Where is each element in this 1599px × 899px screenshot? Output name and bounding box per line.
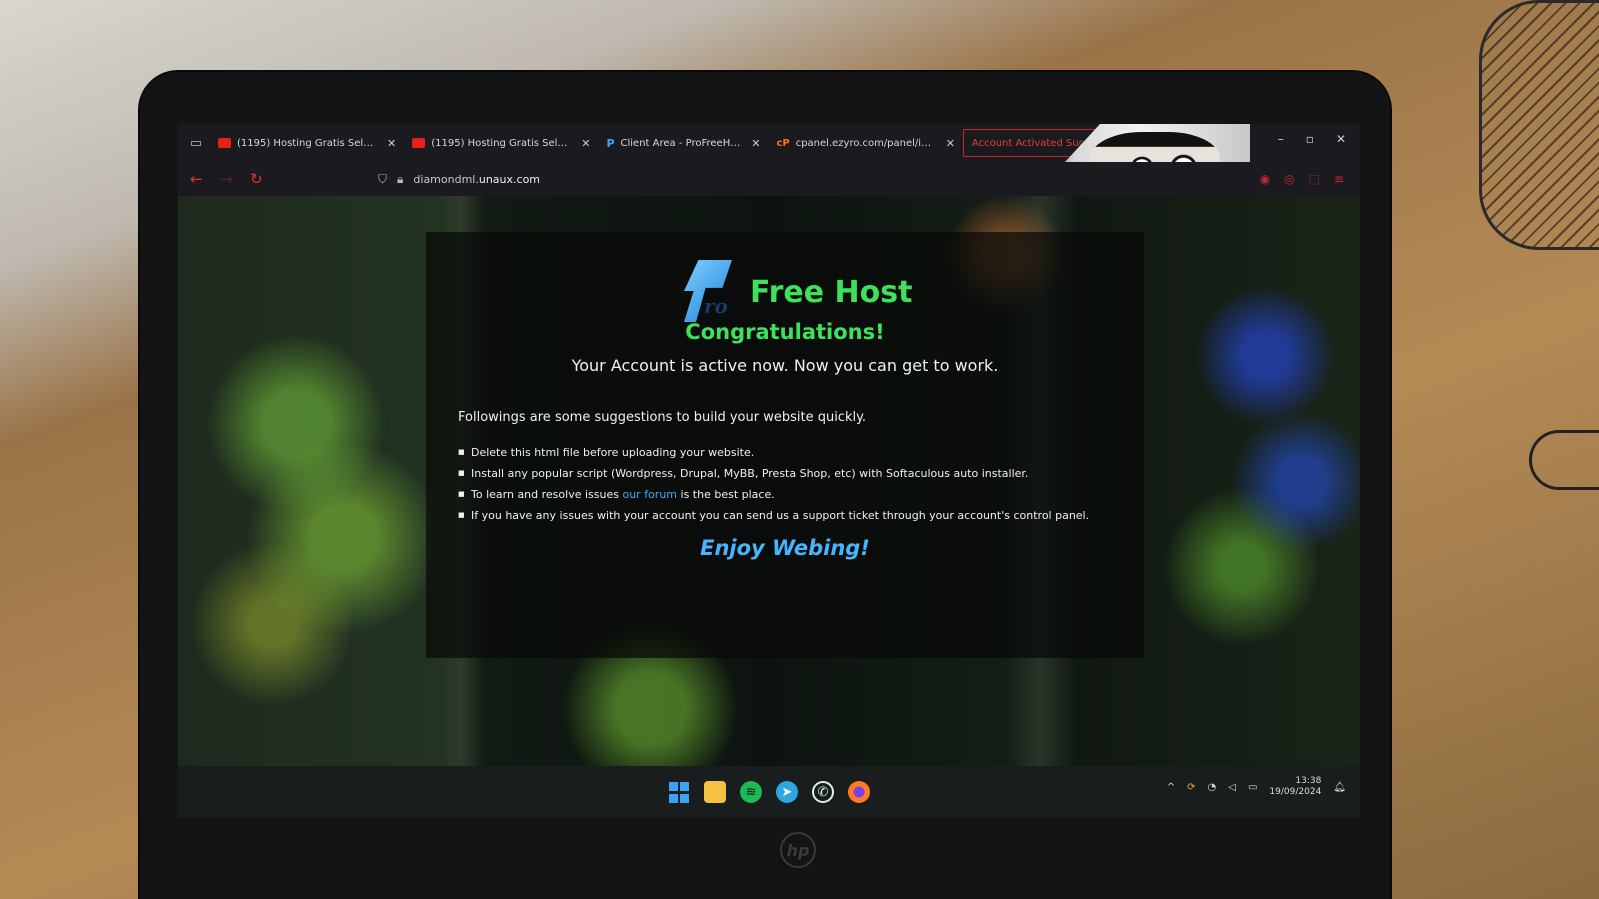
windows-taskbar: ≋ ➤ ✆ ^ ⟳ ◔ ◁ ▭ 13:38 19/09/2024 🔔︎: [178, 766, 1360, 818]
taskbar-apps: ≋ ➤ ✆: [668, 781, 870, 803]
tip-text: To learn and resolve issues: [471, 488, 623, 501]
extension-icons: ◉ ◎ ⬚ ≡: [1260, 172, 1344, 186]
cable: [1529, 430, 1599, 490]
profreehost-icon: P: [606, 136, 615, 150]
firefox-icon[interactable]: [848, 781, 870, 803]
list-item: If you have any issues with your account…: [458, 505, 1089, 526]
suggestions-list: Delete this html file before uploading y…: [458, 442, 1089, 526]
tab-youtube-1[interactable]: (1195) Hosting Gratis Selamany ✕: [210, 129, 404, 157]
close-icon[interactable]: ✕: [946, 137, 955, 150]
window-controls: – ▫ ✕: [1278, 132, 1346, 146]
close-icon[interactable]: ✕: [387, 137, 396, 150]
system-tray: ^ ⟳ ◔ ◁ ▭ 13:38 19/09/2024 🔔︎: [1167, 776, 1346, 798]
close-window-icon[interactable]: ✕: [1336, 132, 1346, 146]
close-icon[interactable]: ✕: [581, 137, 590, 150]
address-bar[interactable]: ⛉ 🔒︎ diamondml.unaux.com: [378, 172, 540, 187]
tab-cpanel[interactable]: cP cpanel.ezyro.com/panel/indexp ✕: [768, 129, 962, 157]
tab-label: (1195) Hosting Gratis Selamany: [237, 137, 377, 149]
file-explorer-icon[interactable]: [704, 781, 726, 803]
chevron-up-icon[interactable]: ^: [1167, 782, 1175, 793]
suggestions-intro: Followings are some suggestions to build…: [458, 410, 867, 425]
lock-icon[interactable]: 🔒︎: [397, 172, 403, 187]
url-domain: unaux.com: [478, 172, 541, 186]
tab-client-area[interactable]: P Client Area - ProFreeHost ✕: [598, 129, 768, 157]
clock-time: 13:38: [1295, 776, 1322, 786]
laptop-screen: ▭ (1195) Hosting Gratis Selamany ✕ (1195…: [178, 124, 1360, 818]
spotify-icon[interactable]: ≋: [740, 781, 762, 803]
browser-toolbar: ← → ↻ ⛉ 🔒︎ diamondml.unaux.com: [178, 162, 1360, 196]
cpanel-icon: cP: [776, 137, 790, 149]
tab-label: Client Area - ProFreeHost: [620, 137, 746, 149]
desk-fan: [1479, 0, 1599, 250]
extension-icon[interactable]: ⬚: [1309, 172, 1320, 186]
minimize-icon[interactable]: –: [1278, 132, 1284, 146]
menu-icon[interactable]: ≡: [1334, 172, 1344, 186]
clock[interactable]: 13:38 19/09/2024: [1269, 776, 1321, 798]
congrats-heading: Congratulations!: [685, 320, 885, 344]
list-item: Install any popular script (Wordpress, D…: [458, 463, 1089, 484]
list-item: To learn and resolve issues our forum is…: [458, 484, 1089, 505]
maximize-icon[interactable]: ▫: [1306, 132, 1314, 146]
forum-link[interactable]: our forum: [622, 488, 677, 501]
sync-icon[interactable]: ⟳: [1187, 782, 1195, 793]
hp-logo: hp: [780, 832, 816, 868]
url-subdomain: diamondml.: [413, 172, 479, 186]
extension-icon[interactable]: ◉: [1260, 172, 1270, 186]
tab-label: (1195) Hosting Gratis Selamany: [431, 137, 571, 149]
back-arrow-icon[interactable]: ←: [190, 170, 220, 188]
message-block: Congratulations! Your Account is active …: [426, 196, 1144, 766]
volume-icon[interactable]: ◁: [1228, 782, 1236, 793]
whatsapp-icon[interactable]: ✆: [812, 781, 834, 803]
shield-icon[interactable]: ⛉: [378, 172, 387, 187]
windows-start-icon[interactable]: [668, 781, 690, 803]
telegram-icon[interactable]: ➤: [776, 781, 798, 803]
url-text: diamondml.unaux.com: [413, 173, 540, 186]
youtube-icon: [218, 138, 231, 148]
wifi-icon[interactable]: ◔: [1208, 782, 1217, 793]
tab-label: cpanel.ezyro.com/panel/indexp: [795, 137, 936, 149]
list-item: Delete this html file before uploading y…: [458, 442, 1089, 463]
extension-icon[interactable]: ◎: [1284, 172, 1294, 186]
enjoy-heading: Enjoy Webing!: [700, 536, 870, 560]
close-icon[interactable]: ✕: [751, 137, 760, 150]
reload-icon[interactable]: ↻: [250, 170, 280, 188]
tip-text: is the best place.: [677, 488, 775, 501]
tab-youtube-2[interactable]: (1195) Hosting Gratis Selamany ✕: [404, 129, 598, 157]
account-active-text: Your Account is active now. Now you can …: [571, 356, 999, 375]
web-page: ro Free Host Congratulations! Your Accou…: [178, 196, 1360, 766]
battery-icon[interactable]: ▭: [1248, 782, 1257, 793]
tab-list-icon[interactable]: ▭: [182, 132, 210, 154]
youtube-icon: [412, 138, 426, 148]
notification-bell-icon[interactable]: 🔔︎: [1333, 782, 1346, 793]
clock-date: 19/09/2024: [1269, 787, 1322, 797]
forward-arrow-icon[interactable]: →: [220, 170, 250, 188]
